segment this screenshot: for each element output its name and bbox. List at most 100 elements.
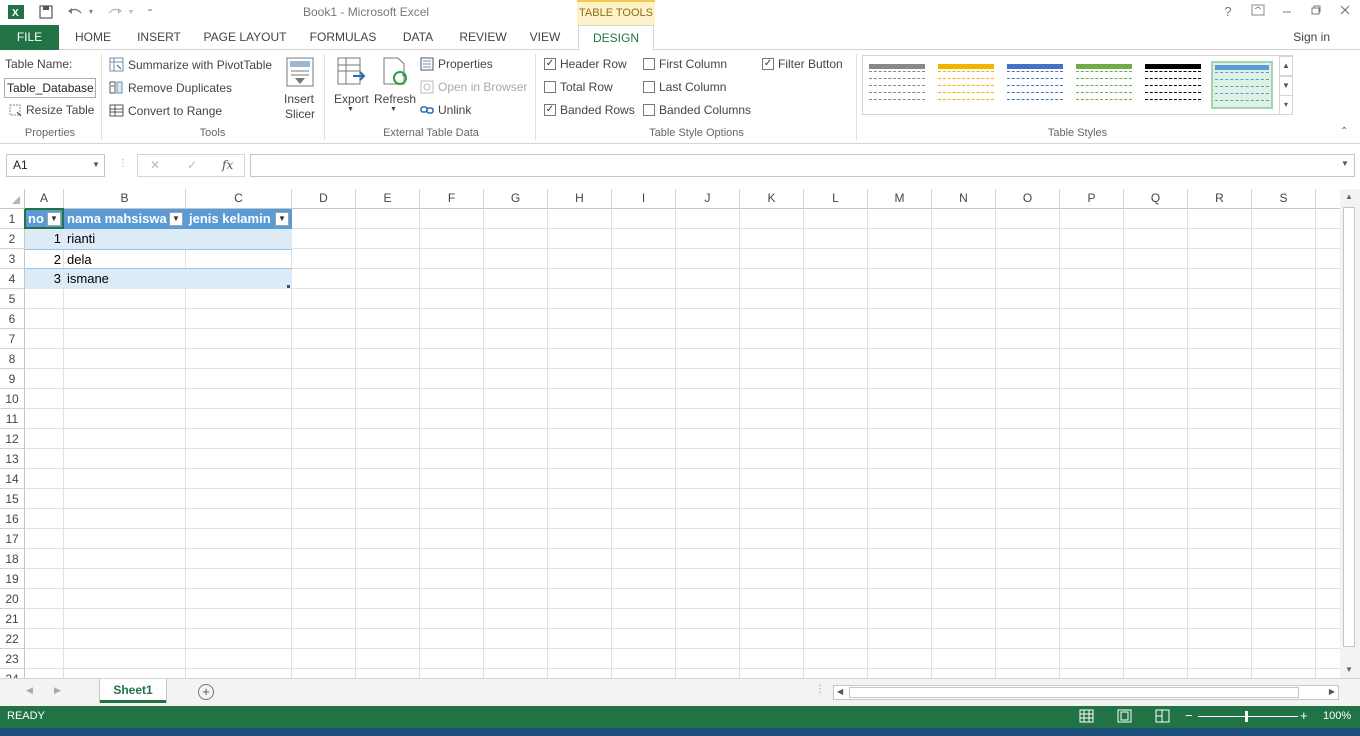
sheet-next-icon[interactable]: ▶ bbox=[54, 685, 61, 696]
table-cell[interactable]: ismane bbox=[64, 269, 186, 289]
normal-view-icon[interactable] bbox=[1079, 709, 1094, 726]
row-header[interactable]: 19 bbox=[0, 569, 25, 589]
zoom-out-icon[interactable]: − bbox=[1185, 708, 1193, 723]
row-header[interactable]: 22 bbox=[0, 629, 25, 649]
column-header[interactable]: R bbox=[1188, 189, 1252, 209]
tab-home[interactable]: HOME bbox=[64, 25, 122, 50]
tab-review[interactable]: REVIEW bbox=[452, 25, 514, 50]
tab-insert[interactable]: INSERT bbox=[130, 25, 188, 50]
name-box[interactable]: A1 bbox=[6, 154, 105, 177]
external-properties-button[interactable]: Properties bbox=[420, 57, 493, 71]
zoom-level[interactable]: 100% bbox=[1323, 710, 1351, 722]
insert-slicer-label-1[interactable]: Insert bbox=[284, 92, 314, 106]
collapse-ribbon-icon[interactable]: ⌃ bbox=[1340, 126, 1348, 137]
last-column-checkbox[interactable] bbox=[643, 81, 655, 93]
resize-table-button[interactable]: Resize Table bbox=[8, 103, 94, 117]
zoom-slider-thumb[interactable] bbox=[1245, 711, 1248, 722]
restore-icon[interactable] bbox=[1305, 4, 1327, 20]
filter-dropdown-icon[interactable]: ▼ bbox=[275, 212, 289, 226]
row-header[interactable]: 20 bbox=[0, 589, 25, 609]
row-header[interactable]: 1 bbox=[0, 209, 25, 229]
page-break-view-icon[interactable] bbox=[1155, 709, 1170, 726]
table-cell[interactable]: 3 bbox=[25, 269, 64, 289]
column-header[interactable]: S bbox=[1252, 189, 1316, 209]
table-cell[interactable]: 1 bbox=[25, 229, 64, 249]
row-header[interactable]: 17 bbox=[0, 529, 25, 549]
table-style-swatch[interactable] bbox=[935, 61, 997, 109]
column-header[interactable]: P bbox=[1060, 189, 1124, 209]
table-cell[interactable]: dela bbox=[64, 249, 186, 269]
export-dropdown-icon[interactable]: ▼ bbox=[347, 106, 354, 113]
column-header[interactable]: G bbox=[484, 189, 548, 209]
table-style-swatch[interactable] bbox=[1073, 61, 1135, 109]
refresh-dropdown-icon[interactable]: ▼ bbox=[390, 106, 397, 113]
sheet-prev-icon[interactable]: ◀ bbox=[26, 685, 33, 696]
close-icon[interactable] bbox=[1334, 4, 1356, 20]
row-header[interactable]: 15 bbox=[0, 489, 25, 509]
row-header[interactable]: 2 bbox=[0, 229, 25, 249]
filter-dropdown-icon[interactable]: ▼ bbox=[169, 212, 183, 226]
ribbon-display-options-icon[interactable] bbox=[1247, 4, 1269, 20]
row-header[interactable]: 18 bbox=[0, 549, 25, 569]
table-cell[interactable] bbox=[186, 269, 292, 289]
cancel-icon[interactable]: ✕ bbox=[150, 158, 160, 172]
convert-to-range-button[interactable]: Convert to Range bbox=[109, 103, 222, 118]
tab-data[interactable]: DATA bbox=[392, 25, 444, 50]
refresh-button[interactable]: Refresh bbox=[374, 92, 416, 106]
insert-function-icon[interactable]: fx bbox=[222, 158, 233, 172]
table-cell[interactable] bbox=[186, 229, 292, 249]
filter-button-option[interactable]: ✓ Filter Button bbox=[762, 57, 843, 71]
total-row-checkbox[interactable] bbox=[544, 81, 556, 93]
last-column-option[interactable]: Last Column bbox=[643, 80, 726, 94]
open-in-browser-button[interactable]: Open in Browser bbox=[420, 80, 527, 94]
insert-slicer-label-2[interactable]: Slicer bbox=[285, 107, 315, 121]
row-header[interactable]: 13 bbox=[0, 449, 25, 469]
column-header[interactable]: I bbox=[612, 189, 676, 209]
column-header[interactable]: B bbox=[64, 189, 186, 209]
add-sheet-icon[interactable]: + bbox=[198, 684, 214, 700]
banded-rows-checkbox[interactable]: ✓ bbox=[544, 104, 556, 116]
export-icon[interactable] bbox=[336, 56, 366, 88]
undo-icon[interactable] bbox=[64, 3, 86, 21]
zoom-slider[interactable] bbox=[1198, 716, 1298, 717]
row-header[interactable]: 11 bbox=[0, 409, 25, 429]
gallery-more-icon[interactable]: ▾ bbox=[1279, 95, 1293, 115]
sign-in-link[interactable]: Sign in bbox=[1293, 30, 1330, 44]
sheet-tab-sheet1[interactable]: Sheet1 bbox=[100, 679, 166, 703]
row-header[interactable]: 9 bbox=[0, 369, 25, 389]
tab-file[interactable]: FILE bbox=[0, 25, 59, 50]
minimize-icon[interactable] bbox=[1276, 4, 1298, 20]
formula-input[interactable] bbox=[250, 154, 1355, 177]
refresh-icon[interactable] bbox=[380, 56, 410, 88]
first-column-option[interactable]: First Column bbox=[643, 57, 727, 71]
table-cell[interactable] bbox=[186, 249, 292, 269]
gallery-scroll-up-icon[interactable]: ▲ bbox=[1279, 56, 1293, 76]
tab-formulas[interactable]: FORMULAS bbox=[302, 25, 384, 50]
enter-icon[interactable]: ✓ bbox=[187, 158, 197, 172]
table-name-field[interactable]: Table_Database1 bbox=[4, 78, 96, 98]
table-resize-handle[interactable] bbox=[287, 285, 290, 288]
tab-page-layout[interactable]: PAGE LAYOUT bbox=[196, 25, 294, 50]
horizontal-scrollbar[interactable]: ◀ ▶ bbox=[833, 685, 1339, 700]
name-box-dropdown-icon[interactable]: ▼ bbox=[92, 160, 100, 169]
column-header[interactable]: A bbox=[25, 189, 64, 209]
tab-view[interactable]: VIEW bbox=[522, 25, 568, 50]
column-header[interactable]: Q bbox=[1124, 189, 1188, 209]
row-header[interactable]: 7 bbox=[0, 329, 25, 349]
scroll-left-icon[interactable]: ◀ bbox=[837, 687, 843, 696]
summarize-pivottable-button[interactable]: Summarize with PivotTable bbox=[109, 57, 272, 72]
row-header[interactable]: 24 bbox=[0, 669, 25, 678]
column-header[interactable]: D bbox=[292, 189, 356, 209]
worksheet-grid[interactable]: ABCDEFGHIJKLMNOPQRS 1 2 3 4 5 6 7 8 9 10 11 12 13 14 1… bbox=[0, 189, 1340, 678]
column-header[interactable]: H bbox=[548, 189, 612, 209]
row-header[interactable]: 14 bbox=[0, 469, 25, 489]
row-header[interactable]: 6 bbox=[0, 309, 25, 329]
column-header[interactable]: J bbox=[676, 189, 740, 209]
unlink-button[interactable]: Unlink bbox=[420, 103, 471, 117]
filter-button-checkbox[interactable]: ✓ bbox=[762, 58, 774, 70]
table-style-swatch[interactable] bbox=[866, 61, 928, 109]
select-all-corner[interactable] bbox=[0, 189, 25, 209]
page-layout-view-icon[interactable] bbox=[1117, 709, 1132, 726]
gallery-scroll-down-icon[interactable]: ▼ bbox=[1279, 76, 1293, 96]
row-header[interactable]: 12 bbox=[0, 429, 25, 449]
